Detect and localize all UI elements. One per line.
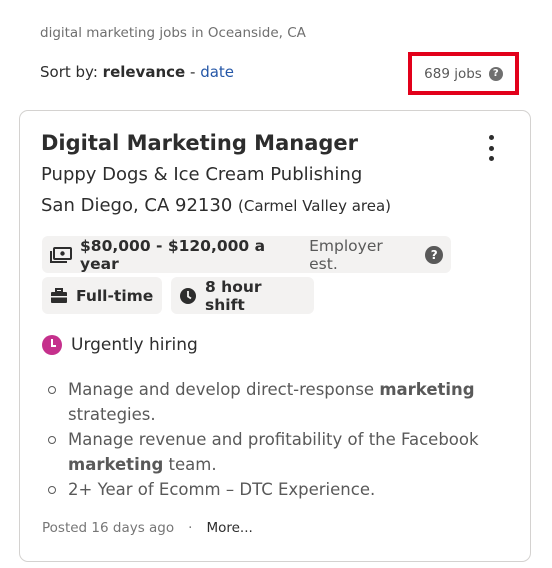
job-location: San Diego, CA 92130 (Carmel Valley area): [41, 195, 391, 216]
job-count: 689 jobs: [424, 65, 482, 82]
salary-amount: $80,000 - $120,000 a year: [80, 236, 266, 273]
footer-separator: ·: [188, 520, 193, 536]
sort-date-link[interactable]: date: [200, 63, 234, 81]
urgently-hiring: Urgently hiring: [42, 335, 198, 355]
company-name: Puppy Dogs & Ice Cream Publishing: [41, 164, 363, 185]
location-city: San Diego, CA 92130: [41, 195, 233, 216]
search-query-text: digital marketing jobs in Oceanside, CA: [40, 25, 306, 41]
posted-date: Posted 16 days ago: [42, 520, 175, 536]
card-footer: Posted 16 days ago · More...: [42, 520, 253, 536]
salary-note: Employer est.: [309, 236, 383, 273]
briefcase-icon: [51, 287, 67, 303]
job-count-box: 689 jobs ?: [408, 52, 519, 95]
help-icon[interactable]: ?: [488, 66, 503, 81]
job-title[interactable]: Digital Marketing Manager: [41, 131, 358, 155]
list-item: Manage revenue and profitability of the …: [46, 427, 516, 477]
shift-type: 8 hour shift: [205, 277, 262, 314]
job-type-pill: Full-time: [42, 277, 162, 314]
sort-label: Sort by:: [40, 63, 98, 81]
urgent-clock-icon: [42, 335, 62, 355]
job-snippet-list: Manage and develop direct-response marke…: [46, 377, 516, 502]
sort-relevance-active: relevance: [102, 63, 186, 81]
location-area: (Carmel Valley area): [238, 197, 392, 215]
sort-controls: Sort by: relevance - date: [40, 63, 234, 81]
list-item: Manage and develop direct-response marke…: [46, 377, 516, 427]
sort-separator: -: [189, 63, 196, 81]
clock-icon: [180, 287, 196, 304]
money-icon: [50, 246, 72, 263]
job-type: Full-time: [76, 286, 154, 305]
list-item: 2+ Year of Ecomm – DTC Experience.: [46, 477, 516, 502]
salary-help-icon[interactable]: ?: [425, 245, 443, 264]
more-link[interactable]: More...: [206, 520, 252, 536]
shift-pill: 8 hour shift: [171, 277, 314, 314]
kebab-menu-icon[interactable]: [485, 135, 497, 161]
salary-pill: $80,000 - $120,000 a year Employer est. …: [42, 236, 451, 273]
urgently-hiring-label: Urgently hiring: [71, 335, 198, 355]
job-card[interactable]: Digital Marketing Manager Puppy Dogs & I…: [19, 110, 531, 562]
